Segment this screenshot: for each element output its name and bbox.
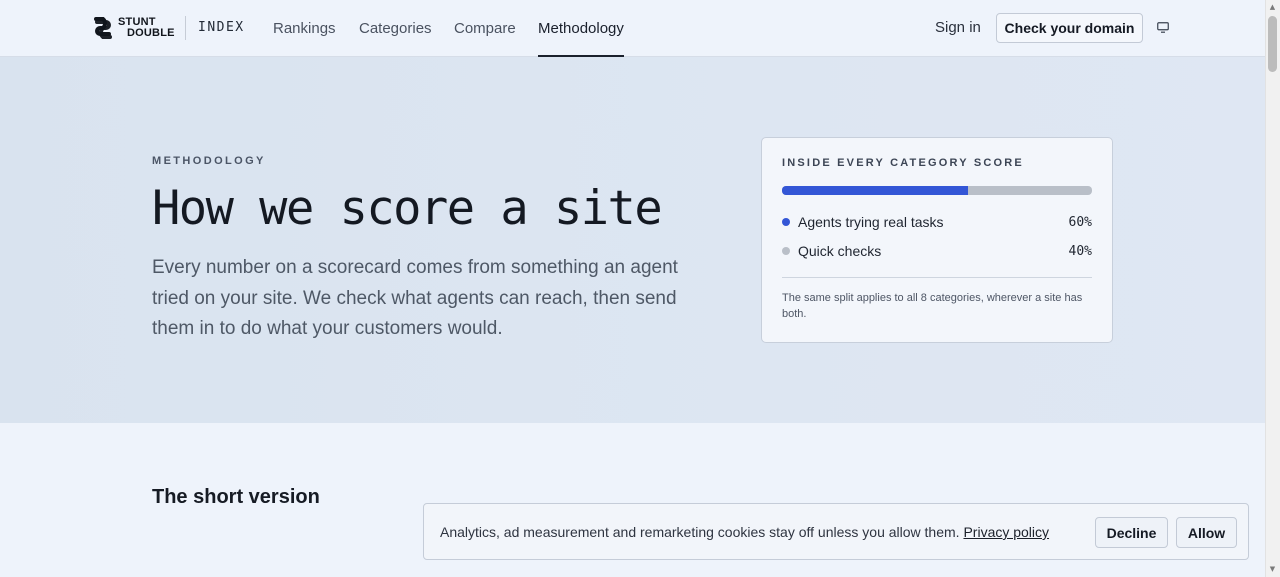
hero-eyebrow: METHODOLOGY bbox=[152, 155, 266, 167]
split-row-label: Quick checks bbox=[798, 243, 882, 259]
logo[interactable]: STUNT DOUBLE bbox=[93, 17, 175, 39]
split-row-value: 60% bbox=[1068, 214, 1092, 230]
scroll-down-arrow-icon[interactable]: ▼ bbox=[1268, 565, 1277, 573]
site-header: STUNT DOUBLE INDEX Rankings Categories C… bbox=[0, 0, 1265, 57]
split-row-quick-checks: Quick checks 40% bbox=[782, 241, 1092, 261]
page-title: How we score a site bbox=[152, 181, 663, 236]
split-row-value: 40% bbox=[1068, 243, 1092, 259]
nav-compare[interactable]: Compare bbox=[454, 20, 516, 37]
split-row-agents: Agents trying real tasks 60% bbox=[782, 212, 1092, 232]
check-domain-button[interactable]: Check your domain bbox=[996, 13, 1143, 43]
index-label[interactable]: INDEX bbox=[198, 20, 245, 35]
section-title: The short version bbox=[152, 486, 320, 508]
nav-categories[interactable]: Categories bbox=[359, 20, 432, 37]
cookie-text-wrap: Analytics, ad measurement and remarketin… bbox=[440, 524, 1049, 540]
sign-in-link[interactable]: Sign in bbox=[935, 19, 981, 36]
cookie-banner: Analytics, ad measurement and remarketin… bbox=[423, 503, 1249, 560]
legend-dot-icon bbox=[782, 218, 790, 226]
card-title: INSIDE EVERY CATEGORY SCORE bbox=[782, 157, 1024, 169]
allow-cookies-button[interactable]: Allow bbox=[1176, 517, 1237, 548]
privacy-policy-link[interactable]: Privacy policy bbox=[963, 524, 1049, 540]
nav-methodology[interactable]: Methodology bbox=[538, 20, 624, 37]
logo-wordmark: STUNT DOUBLE bbox=[118, 17, 175, 39]
hero-section: METHODOLOGY How we score a site Every nu… bbox=[0, 57, 1265, 423]
cookie-message: Analytics, ad measurement and remarketin… bbox=[440, 524, 960, 540]
split-row-label: Agents trying real tasks bbox=[798, 214, 944, 230]
nav-rankings[interactable]: Rankings bbox=[273, 20, 336, 37]
hero-lead: Every number on a scorecard comes from s… bbox=[152, 257, 678, 339]
scrollbar-thumb[interactable] bbox=[1268, 16, 1277, 72]
scroll-up-arrow-icon[interactable]: ▲ bbox=[1268, 3, 1277, 11]
card-divider bbox=[782, 277, 1092, 278]
logo-mark-icon bbox=[94, 17, 112, 39]
card-note: The same split applies to all 8 categori… bbox=[782, 292, 1083, 320]
split-bar bbox=[782, 186, 1092, 195]
monitor-icon[interactable] bbox=[1157, 22, 1169, 33]
split-bar-fill bbox=[782, 186, 968, 195]
decline-cookies-button[interactable]: Decline bbox=[1095, 517, 1168, 548]
legend-dot-icon bbox=[782, 247, 790, 255]
scrollbar-track[interactable] bbox=[1265, 0, 1280, 577]
logo-divider bbox=[185, 16, 186, 40]
logo-line-2: DOUBLE bbox=[127, 27, 175, 39]
score-split-card: INSIDE EVERY CATEGORY SCORE Agents tryin… bbox=[761, 137, 1113, 343]
